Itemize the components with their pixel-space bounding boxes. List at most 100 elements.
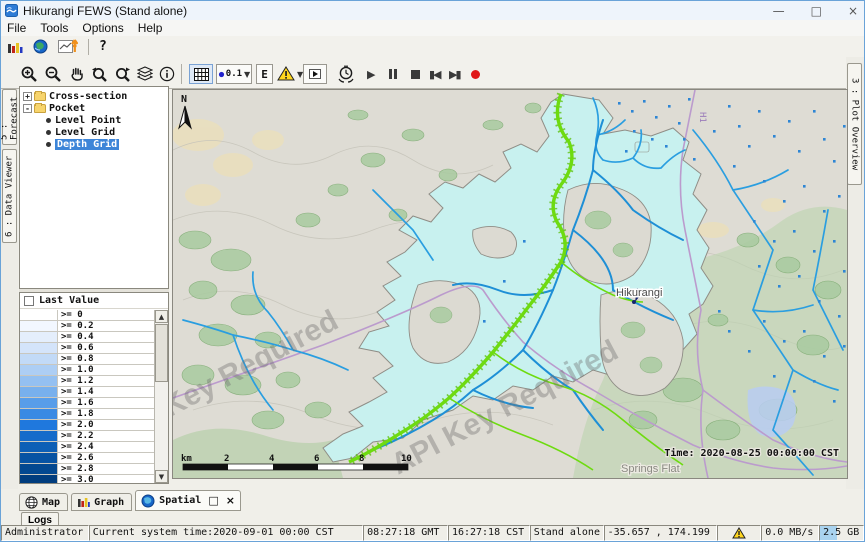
tree-label[interactable]: Cross-section (49, 91, 127, 102)
legend-color-swatch (20, 398, 58, 408)
legend-color-swatch (20, 332, 58, 342)
legend-color-swatch (20, 365, 58, 375)
legend-row[interactable]: >= 0.4 (20, 332, 154, 343)
panel-maximize-button[interactable]: □ (208, 494, 218, 507)
animation-clock-icon[interactable] (337, 64, 355, 84)
legend-row[interactable]: >= 2.0 (20, 420, 154, 431)
tree-label[interactable]: Level Point (55, 115, 121, 126)
skip-to-end-button[interactable]: ▶▮ (449, 64, 460, 84)
status-warning-cell[interactable] (717, 525, 761, 541)
legend-row[interactable]: >= 1.2 (20, 376, 154, 387)
pause-button[interactable] (389, 64, 397, 84)
legend-row[interactable]: >= 2.2 (20, 431, 154, 442)
last-value-label: Last Value (39, 295, 99, 306)
legend-color-swatch (20, 387, 58, 397)
legend-row-label: >= 2.4 (58, 442, 94, 452)
legend-color-swatch (20, 409, 58, 419)
close-button[interactable]: × (848, 4, 858, 18)
bar-chart-icon[interactable] (7, 40, 23, 54)
map-view[interactable]: H1 (172, 89, 848, 479)
menu-options[interactable]: Options (82, 21, 123, 35)
zoom-previous-icon[interactable] (91, 64, 109, 84)
legend-row[interactable]: >= 2.8 (20, 464, 154, 475)
left-tab-strip: 5 : Forecast 6 : Data Viewer (1, 89, 18, 489)
legend-row[interactable]: >= 1.6 (20, 398, 154, 409)
legend-row[interactable]: >= 2.4 (20, 442, 154, 453)
chart-up-arrow-icon[interactable] (58, 39, 78, 54)
toolbar-separator (181, 64, 182, 84)
expand-icon[interactable]: + (23, 92, 32, 101)
legend-row[interactable]: >= 0.6 (20, 343, 154, 354)
status-network-rate: 0.0 MB/s (761, 525, 819, 541)
menu-tools[interactable]: Tools (40, 21, 68, 35)
legend-row[interactable]: >= 0.8 (20, 354, 154, 365)
legend-row-label: >= 0.6 (58, 343, 94, 353)
menu-file[interactable]: File (7, 21, 26, 35)
legend-row[interactable]: >= 3.0 (20, 475, 154, 483)
warning-threshold-dropdown[interactable]: ▼ (277, 64, 303, 84)
legend-row[interactable]: >= 2.6 (20, 453, 154, 464)
app-logo-icon (5, 4, 18, 17)
legend-table: >= 0 >= 0.2 >= 0.4 >= 0.6 (20, 310, 154, 483)
stop-button[interactable] (411, 64, 420, 84)
tab-graph[interactable]: Graph (71, 493, 132, 511)
tree-label-selected[interactable]: Depth Grid (55, 139, 119, 150)
legend-row[interactable]: >= 0.2 (20, 321, 154, 332)
legend-row[interactable]: >= 1.0 (20, 365, 154, 376)
legend-row[interactable]: >= 1.4 (20, 387, 154, 398)
scroll-down-icon[interactable]: ▼ (155, 470, 168, 483)
zoom-out-icon[interactable] (45, 64, 62, 84)
maximize-button[interactable]: □ (811, 4, 822, 18)
zoom-next-icon[interactable] (114, 64, 132, 84)
pan-hand-icon[interactable] (69, 64, 85, 84)
tab-spatial[interactable]: Spatial □ × (135, 490, 241, 511)
title-bar[interactable]: Hikurangi FEWS (Stand alone) — □ × (1, 1, 864, 20)
legend-row[interactable]: >= 1.8 (20, 409, 154, 420)
folder-icon (34, 104, 46, 113)
scroll-thumb[interactable] (155, 324, 168, 382)
tree-item-cross-section[interactable]: + Cross-section (20, 90, 168, 102)
legend-row[interactable]: >= 0 (20, 310, 154, 321)
zoom-in-icon[interactable] (21, 64, 38, 84)
tab-plot-overview[interactable]: 3 : Plot Overview (847, 63, 862, 185)
status-memory[interactable]: 2.5 GB (819, 525, 864, 541)
layers-icon[interactable] (137, 64, 153, 84)
tree-item-level-grid[interactable]: Level Grid (20, 126, 168, 138)
layer-tree: + Cross-section - Pocket Level Point Lev… (19, 86, 169, 289)
document-tabs: Map Graph Spatial □ × (19, 490, 241, 511)
grid-button[interactable] (189, 64, 213, 84)
status-user: Administrator (1, 525, 89, 541)
help-button[interactable]: ? (99, 39, 107, 54)
legend-panel: Last Value >= 0 >= 0.2 >= 0.4 (19, 292, 169, 484)
tab-map[interactable]: Map (19, 493, 68, 511)
tree-label[interactable]: Pocket (49, 103, 85, 114)
legend-scrollbar[interactable]: ▲ ▼ (154, 310, 168, 483)
panel-close-button[interactable]: × (226, 494, 235, 507)
minimize-button[interactable]: — (773, 4, 785, 18)
legend-row-label: >= 1.0 (58, 365, 94, 375)
tree-item-level-point[interactable]: Level Point (20, 114, 168, 126)
record-button[interactable] (471, 64, 480, 84)
tree-item-pocket[interactable]: - Pocket (20, 102, 168, 114)
tab-data-viewer[interactable]: 6 : Data Viewer (2, 149, 17, 243)
tab-forecast[interactable]: 5 : Forecast (2, 89, 17, 145)
class-break-dropdown[interactable]: 0.1▼ (216, 64, 252, 84)
town-label: Hikurangi (616, 287, 662, 299)
animate-play-box-button[interactable] (303, 64, 327, 84)
tree-item-depth-grid[interactable]: Depth Grid (20, 138, 168, 150)
label-button[interactable]: E (256, 64, 273, 84)
tree-label[interactable]: Level Grid (55, 127, 115, 138)
info-icon[interactable] (159, 64, 175, 84)
status-mode: Stand alone (530, 525, 604, 541)
menu-help[interactable]: Help (138, 21, 163, 35)
play-button[interactable]: ▶ (367, 64, 375, 84)
last-value-checkbox[interactable] (24, 296, 34, 306)
globe-icon[interactable] (33, 39, 48, 54)
menu-bar: File Tools Options Help (1, 20, 864, 36)
map-toolbar: 0.1▼ E ▼ ▶ ▮◀ ▶▮ (1, 57, 864, 89)
svg-text:6: 6 (314, 454, 319, 464)
scroll-up-icon[interactable]: ▲ (155, 310, 168, 323)
skip-to-start-button[interactable]: ▮◀ (429, 64, 440, 84)
map-canvas[interactable]: H1 (173, 90, 847, 478)
collapse-icon[interactable]: - (23, 104, 32, 113)
